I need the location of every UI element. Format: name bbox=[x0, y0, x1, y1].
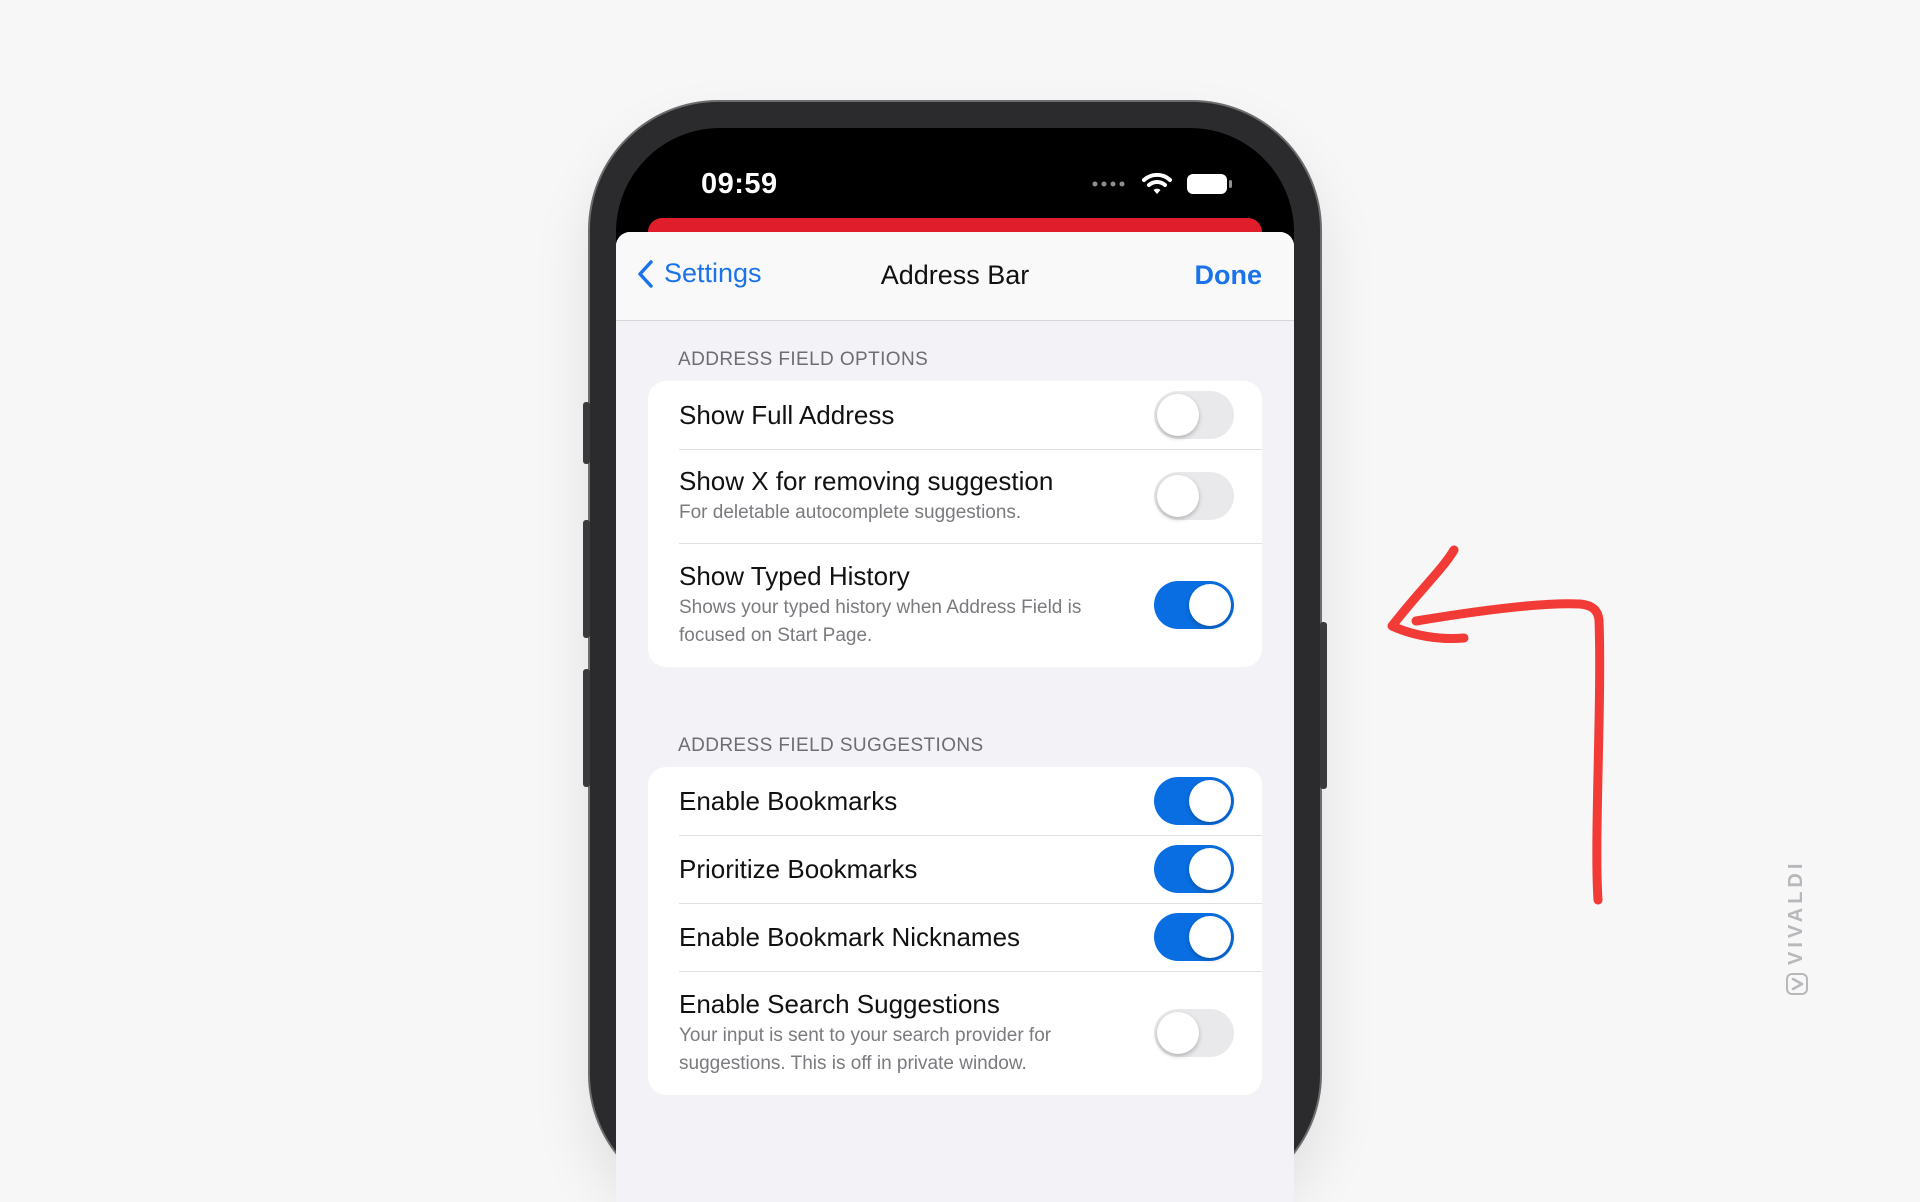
show-typed-history-toggle[interactable] bbox=[1154, 581, 1234, 629]
setting-title: Show Typed History bbox=[679, 561, 910, 591]
setting-title: Show Full Address bbox=[679, 400, 895, 430]
navigation-bar: Settings Address Bar Done bbox=[616, 232, 1294, 321]
show-full-address-toggle[interactable] bbox=[1154, 391, 1234, 439]
watermark-text: VIVALDI bbox=[1785, 859, 1807, 965]
power-button bbox=[1320, 622, 1327, 789]
enable-bookmarks-toggle[interactable] bbox=[1154, 777, 1234, 825]
vivaldi-logo-icon bbox=[1785, 973, 1808, 995]
setting-title: Enable Bookmark Nicknames bbox=[679, 922, 1021, 952]
status-time: 09:59 bbox=[701, 168, 778, 200]
section-header-address-field-options: ADDRESS FIELD OPTIONS bbox=[678, 349, 929, 370]
setting-title: Enable Search Suggestions bbox=[679, 989, 1000, 1019]
settings-group-options: Show Full Address Show X for removing su… bbox=[648, 381, 1262, 667]
setting-row-enable-bookmark-nicknames[interactable]: Enable Bookmark Nicknames bbox=[648, 903, 1262, 971]
phone-screen: 09:59 Settings Address Bar Done ADDRESS … bbox=[616, 128, 1294, 1202]
enable-search-suggestions-toggle[interactable] bbox=[1154, 1009, 1234, 1057]
mute-switch bbox=[583, 402, 590, 464]
settings-sheet: Settings Address Bar Done ADDRESS FIELD … bbox=[616, 232, 1294, 1202]
setting-subtitle: For deletable autocomplete suggestions. bbox=[679, 502, 1022, 523]
setting-row-prioritize-bookmarks[interactable]: Prioritize Bookmarks bbox=[648, 835, 1262, 903]
wifi-icon bbox=[1142, 172, 1172, 194]
setting-title: Enable Bookmarks bbox=[679, 786, 898, 816]
show-x-removing-toggle[interactable] bbox=[1154, 472, 1234, 520]
setting-row-show-typed-history[interactable]: Show Typed History Shows your typed hist… bbox=[648, 543, 1262, 667]
setting-row-enable-search-suggestions[interactable]: Enable Search Suggestions Your input is … bbox=[648, 971, 1262, 1095]
done-button[interactable]: Done bbox=[1195, 260, 1263, 291]
signal-dots-icon bbox=[1092, 181, 1125, 187]
setting-title: Show X for removing suggestion bbox=[679, 466, 1054, 496]
annotation-arrow-icon bbox=[1387, 545, 1605, 905]
settings-group-suggestions: Enable Bookmarks Prioritize Bookmarks En… bbox=[648, 767, 1262, 1095]
status-icons bbox=[1092, 172, 1234, 196]
setting-title: Prioritize Bookmarks bbox=[679, 854, 918, 884]
vivaldi-watermark: VIVALDI bbox=[1785, 860, 1808, 995]
enable-bookmark-nicknames-toggle[interactable] bbox=[1154, 913, 1234, 961]
setting-subtitle: Shows your typed history when Address Fi… bbox=[679, 597, 1082, 646]
section-header-address-field-suggestions: ADDRESS FIELD SUGGESTIONS bbox=[678, 735, 984, 756]
setting-row-show-full-address[interactable]: Show Full Address bbox=[648, 381, 1262, 449]
page-title: Address Bar bbox=[880, 260, 1030, 290]
phone-frame: 09:59 Settings Address Bar Done ADDRESS … bbox=[583, 102, 1327, 1202]
setting-row-show-x-removing[interactable]: Show X for removing suggestion For delet… bbox=[648, 449, 1262, 543]
volume-up-button bbox=[583, 520, 590, 638]
volume-down-button bbox=[583, 669, 590, 787]
setting-subtitle: Your input is sent to your search provid… bbox=[679, 1025, 1052, 1074]
setting-row-enable-bookmarks[interactable]: Enable Bookmarks bbox=[648, 767, 1262, 835]
prioritize-bookmarks-toggle[interactable] bbox=[1154, 845, 1234, 893]
battery-icon bbox=[1187, 174, 1232, 194]
